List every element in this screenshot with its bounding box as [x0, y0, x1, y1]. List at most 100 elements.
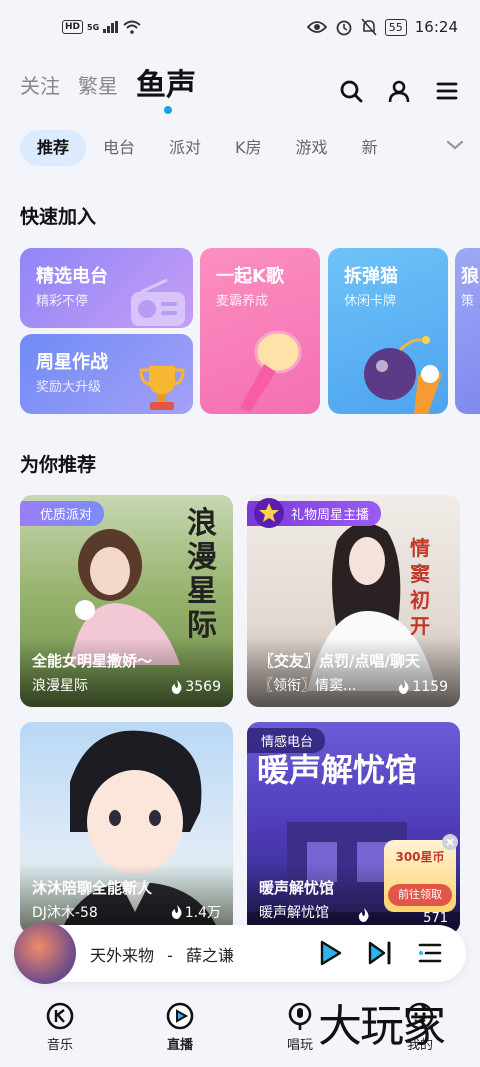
room-heat	[358, 908, 370, 922]
menu-icon	[436, 82, 458, 100]
room-badge: 优质派对	[20, 501, 105, 526]
quick-join-heading: 快速加入	[20, 206, 97, 228]
nav-label: 唱玩	[286, 1038, 313, 1053]
quick-card-ksong[interactable]: 一起K歌 麦霸养成	[200, 248, 320, 414]
quick-card-weekstar[interactable]: 周星作战 奖励大升级	[20, 334, 193, 414]
quick-card-werewolf[interactable]: 狼 策	[455, 248, 480, 414]
playlist-icon[interactable]	[416, 939, 444, 967]
battery-indicator: 55	[384, 18, 407, 36]
cat-new[interactable]: 新	[345, 130, 395, 166]
heat-count: 1159	[412, 679, 448, 695]
profile-button[interactable]	[386, 78, 412, 104]
quick-card-bombcat[interactable]: 拆弹猫 休闲卡牌	[328, 248, 448, 414]
network-type: 5G	[87, 22, 100, 32]
quick-card-title: 精选电台	[36, 266, 108, 287]
status-bar: HD 5G 55 16:24	[0, 0, 480, 60]
nav-music[interactable]: 音乐	[0, 995, 120, 1067]
mini-player[interactable]: 天外来物 - 薛之谦	[14, 922, 466, 984]
quick-card-title: 周星作战	[36, 352, 108, 373]
room-badge: 情感电台	[247, 728, 326, 753]
room-title: 全能女明星撒娇～	[32, 652, 153, 670]
room-title: 沐沐陪聊全能新人	[32, 879, 153, 897]
song-title: 天外来物	[90, 946, 155, 965]
room-host: 浪漫星际	[32, 678, 88, 694]
quick-card-title: 狼	[461, 266, 479, 287]
play-icon[interactable]	[316, 939, 344, 967]
room-card[interactable]: 情窦初开 礼物周星主播 〖交友〗点罚/点唱/聊天 〖领衔〗情窦... 1159	[247, 495, 460, 707]
room-heat: 1.4万	[171, 902, 221, 922]
clock: 16:24	[414, 18, 458, 36]
quick-card-title: 拆弹猫	[344, 266, 398, 287]
promo-close-button[interactable]	[442, 834, 458, 850]
heat-count: 571	[423, 911, 448, 926]
microphone-icon	[240, 330, 302, 412]
tab-follow[interactable]: 关注	[20, 66, 60, 106]
player-controls	[316, 939, 444, 967]
flame-icon	[171, 905, 182, 919]
room-card[interactable]: 暖声解忧馆 情感电台 300星币 前往领取 暖声解忧馆 暖声解忧馆 571	[247, 722, 460, 934]
search-button[interactable]	[338, 78, 364, 104]
room-host: 〖领衔〗情窦...	[259, 678, 357, 694]
flame-icon	[358, 908, 369, 922]
quick-card-radio[interactable]: 精选电台 精彩不停	[20, 248, 193, 328]
header-actions	[338, 78, 460, 104]
flame-icon	[399, 680, 409, 694]
album-cover[interactable]	[14, 922, 76, 984]
eye-icon	[306, 21, 327, 33]
card-shade	[20, 637, 233, 707]
quick-card-subtitle: 奖励大升级	[36, 380, 102, 395]
cover-art-text: 浪漫星际	[187, 506, 217, 643]
next-track-icon[interactable]	[366, 939, 394, 967]
song-artist: 薛之谦	[185, 946, 234, 965]
tab-yusheng[interactable]: 鱼声	[136, 66, 196, 114]
close-icon	[446, 838, 454, 846]
radio-icon	[131, 278, 185, 326]
song-separator: -	[167, 946, 173, 965]
signal-icon	[103, 21, 119, 33]
room-title: 〖交友〗点罚/点唱/聊天	[259, 652, 420, 670]
top-tabs: 关注 繁星 鱼声	[20, 66, 196, 114]
watermark-text: 大玩家	[318, 1001, 446, 1052]
room-heat: 3569	[171, 679, 221, 695]
menu-button[interactable]	[434, 78, 460, 104]
promo-amount: 300星币	[395, 850, 445, 864]
status-left: HD 5G	[62, 20, 141, 34]
coin-promo[interactable]: 300星币 前往领取	[384, 840, 456, 912]
search-icon	[340, 80, 363, 103]
quick-card-title: 一起K歌	[216, 266, 284, 287]
cat-party[interactable]: 派对	[152, 130, 218, 166]
mic-icon	[288, 1002, 312, 1030]
nav-label: 音乐	[46, 1038, 73, 1053]
quick-card-subtitle: 策	[461, 294, 475, 309]
cover-art-text: 情窦初开	[410, 536, 430, 638]
quick-card-subtitle: 精彩不停	[36, 294, 89, 309]
alarm-icon	[336, 20, 352, 36]
nav-live[interactable]: 直播	[120, 995, 240, 1067]
cat-radio[interactable]: 电台	[86, 130, 152, 166]
music-k-icon	[46, 1002, 74, 1030]
cat-games[interactable]: 游戏	[279, 130, 345, 166]
hd-badge: HD	[62, 20, 84, 34]
category-tabs: 推荐 电台 派对 K房 游戏 新	[20, 129, 465, 167]
expand-categories-button[interactable]	[445, 135, 465, 159]
card-shade	[247, 637, 460, 707]
heat-count: 3569	[185, 679, 221, 695]
bomb-cat-icon	[364, 336, 442, 414]
trophy-icon	[139, 366, 185, 410]
room-heat: 1159	[398, 679, 448, 695]
chevron-down-icon	[446, 140, 464, 150]
cat-recommend[interactable]: 推荐	[20, 130, 87, 166]
cat-kroom[interactable]: K房	[218, 130, 279, 166]
room-host: DJ沐木-58	[32, 905, 98, 921]
room-card[interactable]: 浪漫星际 优质派对 全能女明星撒娇～ 浪漫星际 3569	[20, 495, 233, 707]
user-icon	[388, 80, 410, 103]
live-icon	[166, 1002, 194, 1030]
tab-fanxing[interactable]: 繁星	[78, 66, 118, 106]
quick-card-subtitle: 麦霸养成	[216, 294, 269, 309]
room-card[interactable]: 沐沐陪聊全能新人 DJ沐木-58 1.4万	[20, 722, 233, 934]
status-right: 55 16:24	[306, 18, 458, 36]
quick-card-subtitle: 休闲卡牌	[344, 294, 397, 309]
wifi-icon	[123, 20, 141, 34]
flame-icon	[172, 680, 182, 694]
gift-star-icon	[254, 498, 284, 528]
